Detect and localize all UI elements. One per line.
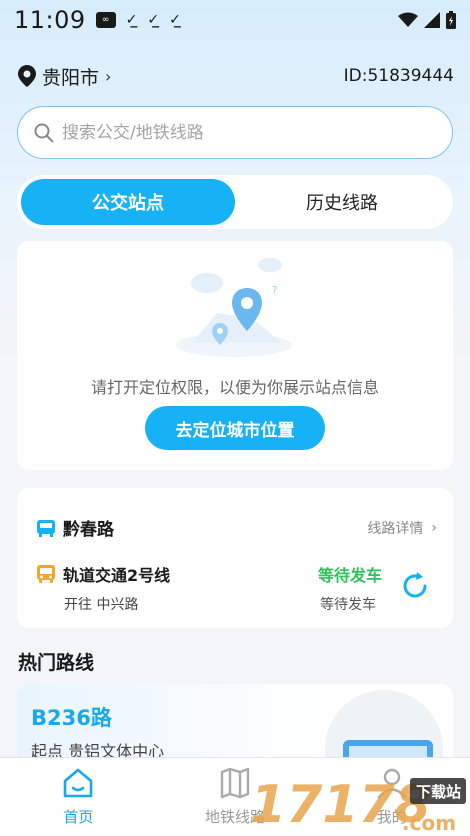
watermark-graphic: 17178 下载站 .com: [250, 775, 466, 835]
nav-home-label: 首页: [63, 808, 94, 826]
search-bar[interactable]: [17, 106, 453, 159]
tab-history-routes[interactable]: 历史线路: [235, 179, 449, 225]
status-notification-icons: ∞ ✓̲ ✓̲ ✓̲: [95, 12, 181, 28]
tab-bar: 公交站点 历史线路: [17, 175, 453, 229]
line-direction: 开往 中兴路: [64, 597, 139, 613]
watermark-badge: 下载站: [416, 783, 461, 801]
app-notification-icon: ∞: [95, 12, 116, 28]
battery-icon: [446, 11, 456, 29]
signal-icon: [424, 12, 440, 28]
line-status: 等待发车: [317, 566, 382, 585]
search-input[interactable]: [62, 122, 422, 143]
tab-bus-stations[interactable]: 公交站点: [21, 179, 235, 225]
chevron-right-icon: ›: [431, 519, 437, 536]
wifi-icon: [398, 12, 418, 27]
station-card: 黔春路 线路详情 › 轨道交通2号线 等待发车 开往 中兴路 等待发车: [17, 488, 453, 628]
status-time: 11:09: [14, 6, 86, 34]
download-done-icon: ✓̲: [169, 12, 181, 28]
station-name: 黔春路: [63, 520, 114, 540]
location-permission-card: ? 请打开定位权限，以便为你展示站点信息 去定位城市位置: [17, 241, 453, 470]
location-permission-message: 请打开定位权限，以便为你展示站点信息: [90, 378, 379, 397]
line-row[interactable]: 轨道交通2号线 等待发车: [37, 562, 437, 586]
city-selector[interactable]: 贵阳市: [42, 63, 99, 90]
refresh-icon[interactable]: [397, 568, 433, 604]
hot-routes-title: 热门路线: [18, 652, 95, 674]
route-name: B236路: [31, 706, 112, 730]
svg-text:?: ?: [272, 285, 277, 296]
nav-home[interactable]: 首页: [0, 758, 157, 836]
location-pin-icon: [18, 65, 36, 87]
map-icon: [220, 767, 250, 799]
line-name: 轨道交通2号线: [63, 566, 171, 585]
bus-stop-icon: [37, 519, 55, 537]
locate-city-button[interactable]: 去定位城市位置: [145, 406, 325, 450]
map-location-illustration: ?: [176, 258, 292, 357]
search-icon: [34, 123, 54, 142]
watermark-suffix: .com: [402, 811, 456, 835]
chevron-right-icon[interactable]: ›: [105, 67, 111, 86]
user-id: ID:51839444: [343, 66, 454, 86]
download-done-icon: ✓̲: [125, 12, 138, 28]
watermark-logo: 17178 下载站 .com: [250, 770, 470, 836]
home-icon: [64, 768, 93, 798]
bus-icon: [37, 565, 55, 583]
station-header: 黔春路 线路详情 ›: [37, 515, 437, 540]
status-bar: 11:09 ∞ ✓̲ ✓̲ ✓̲: [0, 0, 470, 40]
route-detail-link[interactable]: 线路详情 ›: [367, 518, 437, 538]
route-detail-label: 线路详情: [367, 520, 424, 537]
download-done-icon: ✓̲: [147, 12, 160, 28]
line-status-sub: 等待发车: [320, 597, 376, 613]
status-system-icons: [398, 11, 456, 29]
location-row: 贵阳市 › ID:51839444: [18, 62, 454, 90]
